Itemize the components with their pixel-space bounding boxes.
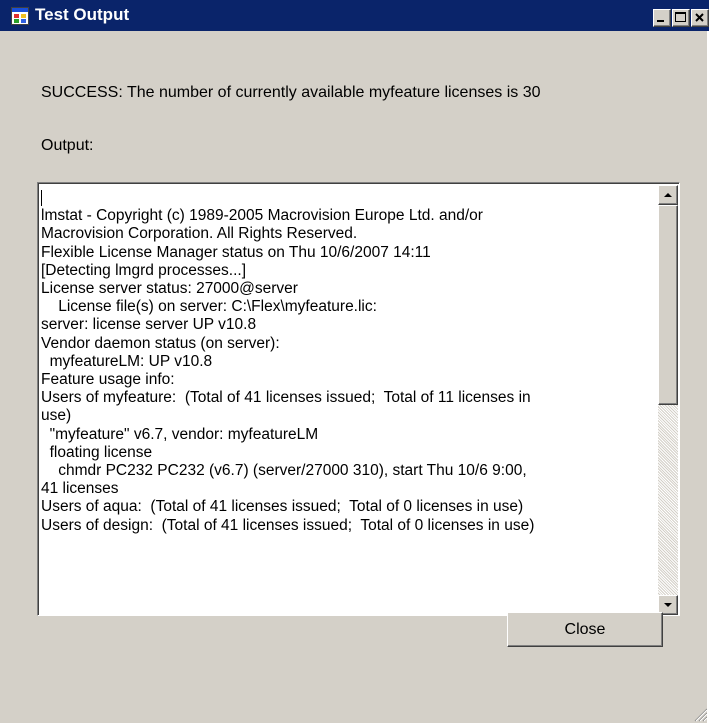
output-lines: lmstat - Copyright (c) 1989-2005 Macrovi… <box>41 207 655 535</box>
output-line: Flexible License Manager status on Thu 1… <box>41 243 431 261</box>
maximize-button[interactable] <box>672 9 690 27</box>
output-line: Vendor daemon status (on server): <box>41 334 280 352</box>
output-line: myfeatureLM: UP v10.8 <box>41 352 213 370</box>
vertical-scrollbar[interactable] <box>658 185 678 615</box>
caret-line <box>41 189 655 207</box>
text-caret <box>41 190 42 206</box>
output-line: "myfeature" v6.7, vendor: myfeatureLM <box>41 425 319 443</box>
output-text[interactable]: lmstat - Copyright (c) 1989-2005 Macrovi… <box>41 189 655 535</box>
close-button[interactable]: Close <box>507 612 663 647</box>
output-line: Users of myfeature: (Total of 41 license… <box>41 389 531 407</box>
output-line: Users of design: (Total of 41 licenses i… <box>41 516 535 534</box>
output-label: Output: <box>41 137 94 154</box>
output-line: Users of aqua: (Total of 41 licenses iss… <box>41 498 524 516</box>
output-line: License server status: 27000@server <box>41 280 298 297</box>
scroll-thumb[interactable] <box>658 205 678 405</box>
output-line: server: license server UP v10.8 <box>41 316 257 334</box>
scroll-up-button[interactable] <box>658 185 678 205</box>
output-line: lmstat - Copyright (c) 1989-2005 Macrovi… <box>41 207 483 225</box>
app-form-icon <box>11 7 29 25</box>
minimize-button[interactable] <box>653 9 671 27</box>
scroll-down-icon <box>664 603 672 607</box>
close-icon <box>695 13 704 22</box>
output-line: Macrovision Corporation. All Rights Rese… <box>41 225 358 243</box>
scroll-up-icon <box>664 193 672 197</box>
output-line: chmdr PC232 PC232 (v6.7) (server/27000 3… <box>41 462 527 480</box>
output-line: use) <box>41 407 72 425</box>
output-line: License file(s) on server: C:\Flex\myfea… <box>41 298 377 316</box>
status-message: SUCCESS: The number of currently availab… <box>41 84 541 101</box>
title-bar[interactable]: Test Output <box>0 0 709 31</box>
maximize-icon <box>675 12 686 22</box>
size-grip-icon[interactable] <box>690 704 708 722</box>
window-title: Test Output <box>35 5 130 24</box>
output-line: [Detecting lmgrd processes...] <box>41 261 247 279</box>
output-line: 41 licenses <box>41 480 119 498</box>
output-textbox[interactable]: lmstat - Copyright (c) 1989-2005 Macrovi… <box>37 182 680 616</box>
output-line: floating license <box>41 443 153 461</box>
output-line: Feature usage info: <box>41 371 175 389</box>
title-close-button[interactable] <box>691 9 709 27</box>
minimize-icon <box>657 20 664 22</box>
test-output-window: Test Output SUCCESS: The number of curre… <box>0 0 709 723</box>
